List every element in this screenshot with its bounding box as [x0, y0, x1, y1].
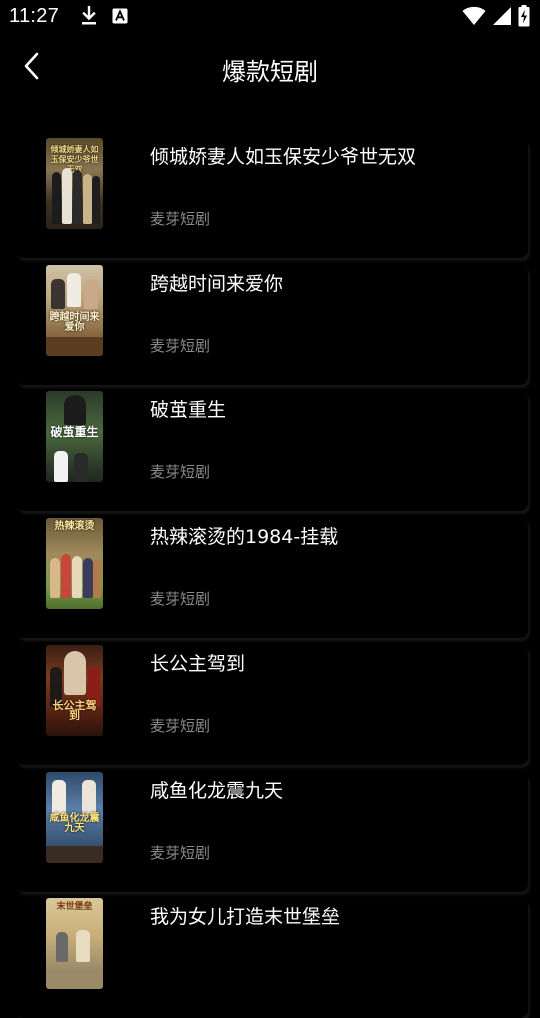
drama-cover: 长公主驾到 — [46, 645, 103, 736]
wifi-icon — [462, 6, 486, 30]
cover-title-art: 破茧重生 — [50, 425, 99, 439]
list-item[interactable]: 咸鱼化龙震九天 咸鱼化龙震九天 麦芽短剧 — [16, 772, 528, 892]
list-item[interactable]: 跨越时间来爱你 跨越时间来爱你 麦芽短剧 — [16, 265, 528, 385]
drama-source: 麦芽短剧 — [150, 210, 211, 228]
drama-title: 倾城娇妻人如玉保安少爷世无双 — [150, 146, 417, 168]
cover-title-art: 末世堡垒 — [56, 902, 93, 912]
drama-source: 麦芽短剧 — [150, 590, 211, 608]
list-item[interactable]: 末世堡垒 我为女儿打造末世堡垒 — [16, 898, 528, 1018]
drama-source: 麦芽短剧 — [150, 337, 211, 355]
list-item[interactable]: 倾城娇妻人如玉保安少爷世无双 倾城娇妻人如玉保安少爷世无双 麦芽短剧 — [16, 138, 528, 258]
status-right-icons — [462, 5, 530, 31]
status-time: 11:27 — [9, 5, 60, 27]
drama-title: 破茧重生 — [150, 399, 227, 421]
list-item[interactable]: 破茧重生 破茧重生 麦芽短剧 — [16, 391, 528, 511]
status-bar: 11:27 — [0, 0, 540, 36]
drama-cover: 热辣滚烫 — [46, 518, 103, 609]
drama-cover: 末世堡垒 — [46, 898, 103, 989]
drama-cover: 咸鱼化龙震九天 — [46, 772, 103, 863]
cover-title-art: 热辣滚烫 — [54, 521, 95, 532]
drama-cover: 跨越时间来爱你 — [46, 265, 103, 356]
cover-title-art: 跨越时间来爱你 — [49, 312, 100, 333]
drama-title: 我为女儿打造末世堡垒 — [150, 906, 341, 928]
drama-source: 麦芽短剧 — [150, 844, 211, 862]
list-item[interactable]: 长公主驾到 长公主驾到 麦芽短剧 — [16, 645, 528, 765]
drama-cover: 破茧重生 — [46, 391, 103, 482]
font-a-icon — [112, 8, 128, 28]
drama-title: 长公主驾到 — [150, 653, 246, 675]
cell-signal-icon — [492, 6, 512, 30]
drama-title: 热辣滚烫的1984-挂载 — [150, 526, 339, 548]
list-item[interactable]: 热辣滚烫 热辣滚烫的1984-挂载 麦芽短剧 — [16, 518, 528, 638]
battery-charging-icon — [518, 5, 530, 31]
header: 爆款短剧 — [0, 36, 540, 102]
page-title: 爆款短剧 — [222, 58, 318, 86]
drama-cover: 倾城娇妻人如玉保安少爷世无双 — [46, 138, 103, 229]
drama-title: 跨越时间来爱你 — [150, 273, 284, 295]
drama-source: 麦芽短剧 — [150, 717, 211, 735]
status-left-icons — [80, 5, 128, 30]
download-icon — [80, 5, 98, 30]
cover-title-art: 咸鱼化龙震九天 — [49, 813, 100, 834]
drama-title: 咸鱼化龙震九天 — [150, 780, 284, 802]
cover-title-art: 长公主驾到 — [52, 699, 97, 722]
drama-source: 麦芽短剧 — [150, 463, 211, 481]
